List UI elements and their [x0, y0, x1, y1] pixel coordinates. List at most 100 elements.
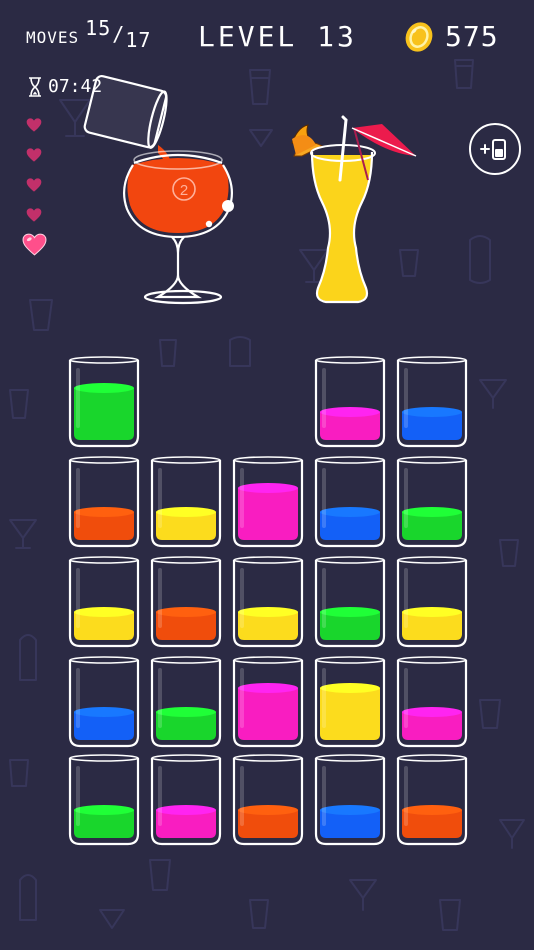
glass-icon: [68, 656, 140, 748]
glass-17[interactable]: [150, 656, 222, 748]
glass-14[interactable]: [314, 556, 386, 648]
glass-icon: [314, 656, 386, 748]
liquid-surface: [156, 507, 216, 517]
glass-rim: [397, 356, 467, 364]
liquid-surface: [74, 607, 134, 617]
liquid-surface: [238, 607, 298, 617]
glass-rim: [397, 656, 467, 664]
glass-rim: [397, 556, 467, 564]
glass-rim: [69, 754, 139, 762]
glass-4[interactable]: [314, 356, 386, 448]
glass-icon: [314, 356, 386, 448]
glass-icon: [314, 556, 386, 648]
glass-16[interactable]: [68, 656, 140, 748]
glass-icon: [232, 754, 304, 846]
liquid-surface: [320, 607, 380, 617]
glass-rim: [233, 456, 303, 464]
pour-scene: 2: [83, 74, 417, 305]
liquid-surface: [320, 805, 380, 815]
glass-rim: [315, 456, 385, 464]
glass-6[interactable]: [68, 456, 140, 548]
glass-19[interactable]: [314, 656, 386, 748]
glass-icon: [150, 556, 222, 648]
glass-icon: [314, 754, 386, 846]
glass-rim: [151, 754, 221, 762]
liquid-surface: [402, 607, 462, 617]
glass-rim: [315, 356, 385, 364]
glass-rim: [315, 754, 385, 762]
glass-9[interactable]: [314, 456, 386, 548]
glass-rim: [69, 656, 139, 664]
glass-icon: [232, 656, 304, 748]
liquid-green: [74, 388, 134, 440]
liquid-surface: [156, 805, 216, 815]
snifter-glass: 2: [122, 150, 234, 305]
liquid-pink: [238, 488, 298, 540]
glass-icon: [150, 456, 222, 548]
liquid-pink: [238, 688, 298, 740]
liquid-surface: [156, 607, 216, 617]
glass-rim: [151, 656, 221, 664]
glass-rim: [151, 556, 221, 564]
glass-7[interactable]: [150, 456, 222, 548]
glass-24[interactable]: [314, 754, 386, 846]
glass-15[interactable]: [396, 556, 468, 648]
liquid-surface: [74, 507, 134, 517]
liquid-surface: [238, 683, 298, 693]
glass-8[interactable]: [232, 456, 304, 548]
glass-icon: [232, 556, 304, 648]
glass-icon: [232, 456, 304, 548]
glass-rim: [69, 456, 139, 464]
glass-12[interactable]: [150, 556, 222, 648]
glass-10[interactable]: [396, 456, 468, 548]
liquid-surface: [402, 407, 462, 417]
glass-icon: [396, 356, 468, 448]
glass-21[interactable]: [68, 754, 140, 846]
liquid-surface: [320, 683, 380, 693]
liquid-surface: [402, 507, 462, 517]
glass-rim: [315, 556, 385, 564]
glass-rim: [69, 356, 139, 364]
glass-icon: [68, 754, 140, 846]
glass-rim: [233, 556, 303, 564]
glass-11[interactable]: [68, 556, 140, 648]
glass-icon: [314, 456, 386, 548]
liquid-surface: [320, 507, 380, 517]
glass-23[interactable]: [232, 754, 304, 846]
glass-icon: [396, 656, 468, 748]
glass-rim: [151, 456, 221, 464]
glass-icon: [396, 556, 468, 648]
glass-22[interactable]: [150, 754, 222, 846]
glass-13[interactable]: [232, 556, 304, 648]
glass-rim: [315, 656, 385, 664]
liquid-surface: [402, 805, 462, 815]
liquid-surface: [74, 805, 134, 815]
glass-rim: [397, 754, 467, 762]
liquid-surface: [74, 707, 134, 717]
glass-18[interactable]: [232, 656, 304, 748]
glass-5[interactable]: [396, 356, 468, 448]
liquid-surface: [74, 383, 134, 393]
target-juice-glass: [291, 115, 417, 304]
glass-rim: [397, 456, 467, 464]
glass-20[interactable]: [396, 656, 468, 748]
liquid-surface: [238, 483, 298, 493]
glass-rim: [233, 754, 303, 762]
glass-rim: [69, 556, 139, 564]
glass-rim: [233, 656, 303, 664]
glass-icon: [396, 754, 468, 846]
liquid-surface: [320, 407, 380, 417]
liquid-surface: [238, 805, 298, 815]
glass-icon: [68, 556, 140, 648]
glass-icon: [150, 656, 222, 748]
liquid-surface: [402, 707, 462, 717]
glass-icon: [150, 754, 222, 846]
glass-icon: [68, 456, 140, 548]
liquid-yellow: [320, 688, 380, 740]
glass-25[interactable]: [396, 754, 468, 846]
glass-icon: [68, 356, 140, 448]
liquid-surface: [156, 707, 216, 717]
glass-1[interactable]: [68, 356, 140, 448]
snifter-badge: 2: [180, 182, 188, 199]
glass-icon: [396, 456, 468, 548]
